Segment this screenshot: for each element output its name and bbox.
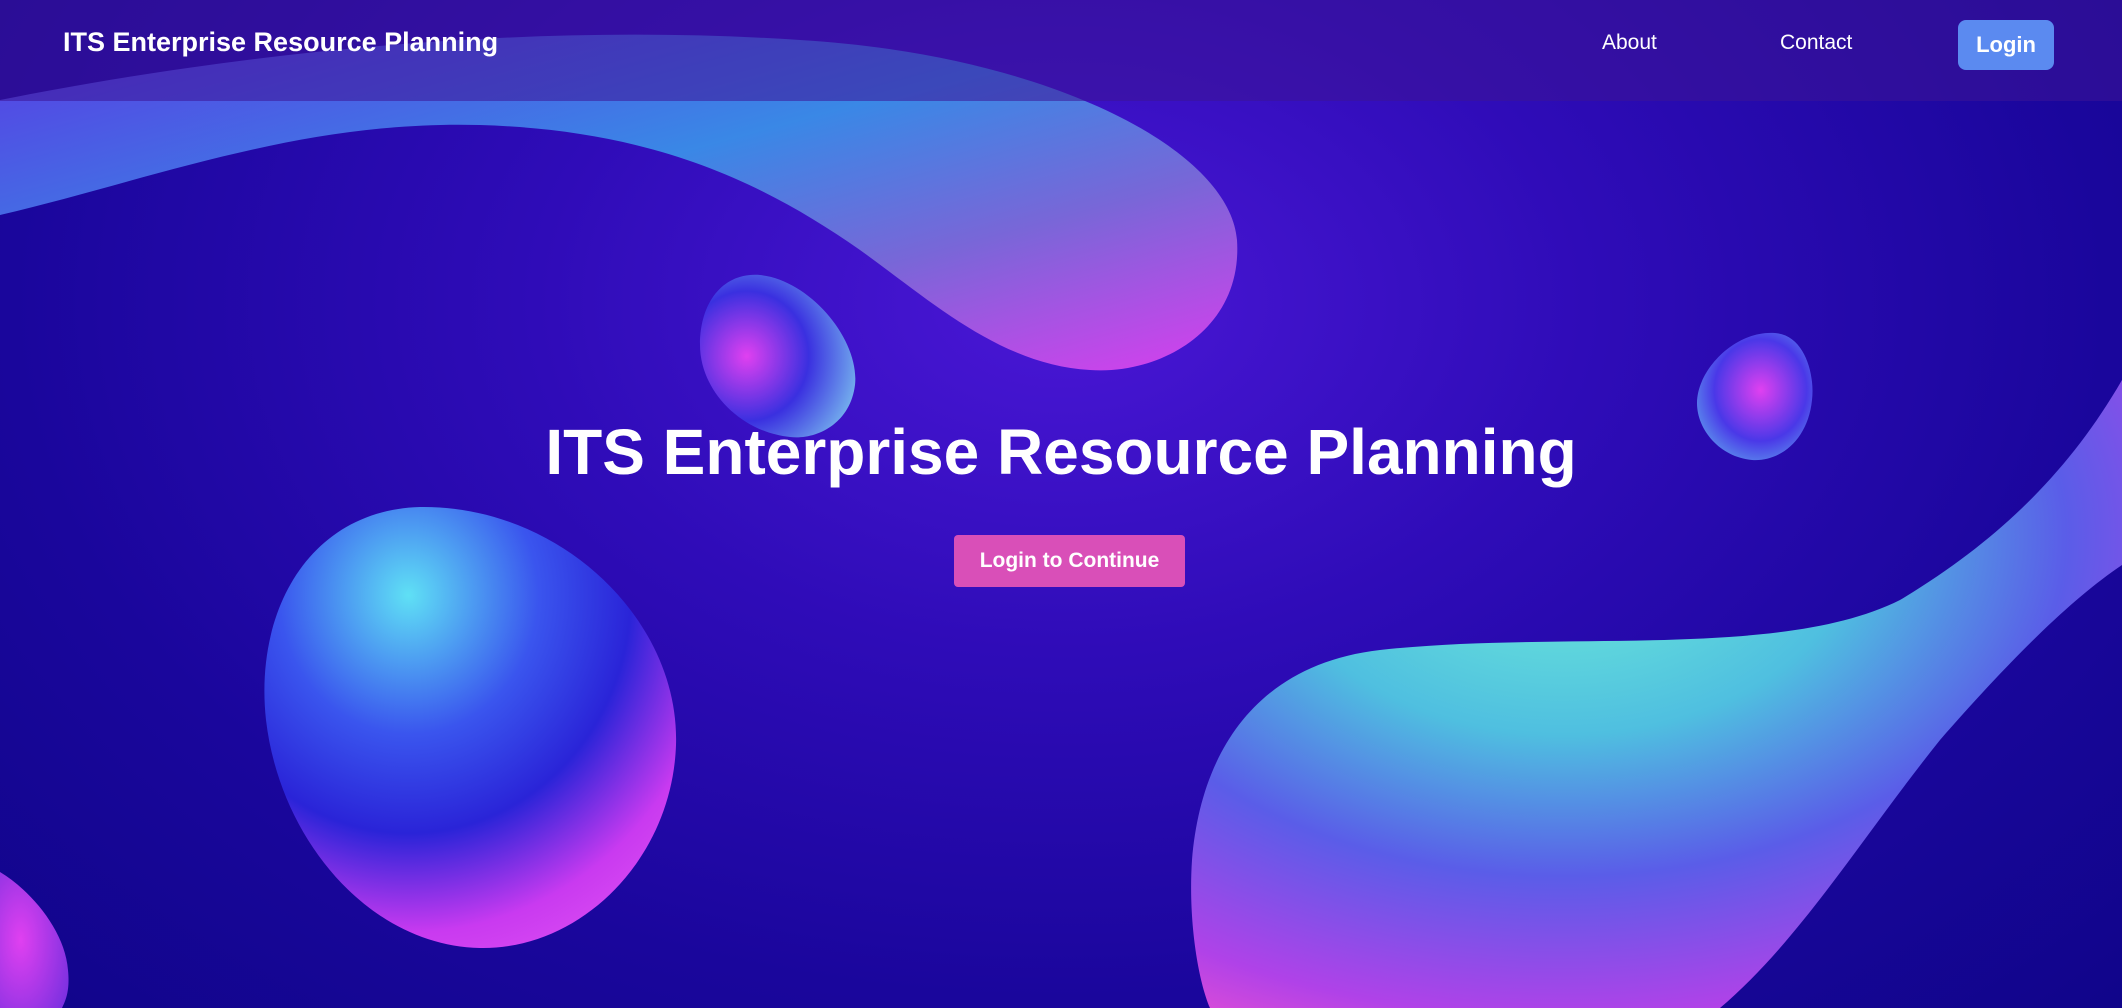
landing-page: ITS Enterprise Resource Planning About C… — [0, 0, 2122, 1008]
nav-link-about[interactable]: About — [1602, 31, 1657, 55]
login-button[interactable]: Login — [1958, 20, 2054, 70]
nav-link-contact[interactable]: Contact — [1780, 31, 1852, 55]
top-navbar: ITS Enterprise Resource Planning About C… — [0, 0, 2122, 101]
abstract-blob-background — [0, 34, 2122, 1008]
hero-title: ITS Enterprise Resource Planning — [545, 416, 1577, 488]
brand-title[interactable]: ITS Enterprise Resource Planning — [63, 27, 498, 58]
login-to-continue-button[interactable]: Login to Continue — [954, 535, 1185, 587]
